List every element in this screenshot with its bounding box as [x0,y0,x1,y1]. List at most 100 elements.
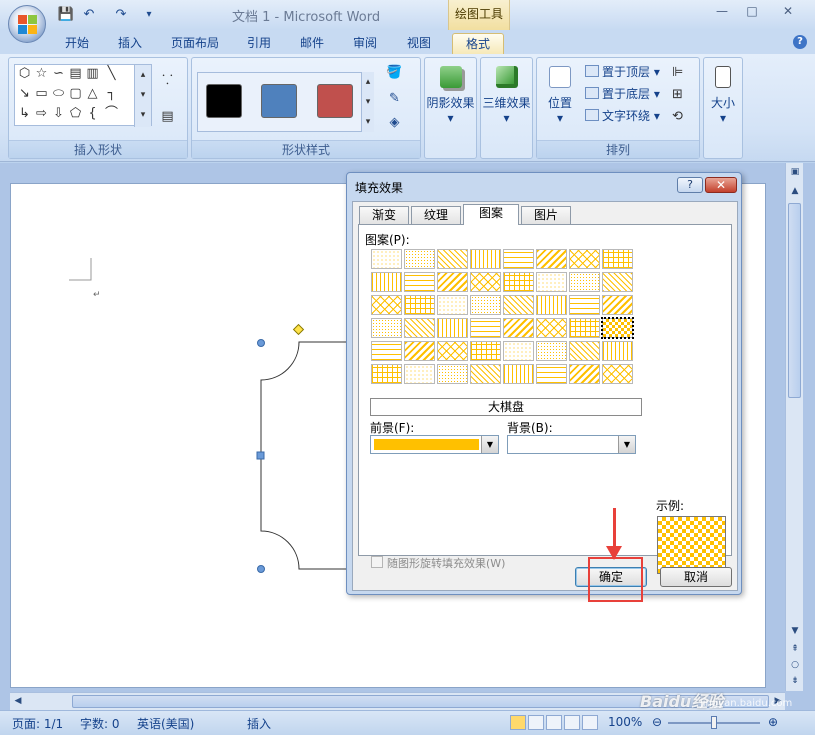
pattern-swatch[interactable] [404,364,435,384]
rectangle-shape-icon[interactable]: ▭ [33,85,50,103]
edit-shape-icon[interactable]: ⸪ [159,72,176,90]
draft-view-icon[interactable] [582,715,598,730]
pattern-swatch[interactable] [470,272,501,292]
wave-shape-icon[interactable]: ∽ [50,65,67,83]
pattern-swatch[interactable] [371,364,402,384]
scroll-up-icon[interactable]: ▲ [789,185,801,197]
pattern-swatch[interactable] [602,341,633,361]
pattern-swatch[interactable] [602,364,633,384]
dialog-close-button[interactable]: ✕ [705,177,737,193]
tab-picture[interactable]: 图片 [521,206,571,224]
pattern-swatch[interactable] [536,364,567,384]
line-shape-icon[interactable]: ╲ [103,65,120,83]
align-icon[interactable]: ⊫ [669,64,686,82]
pattern-swatch[interactable] [536,272,567,292]
group-objects-icon[interactable]: ⊞ [669,86,686,104]
pattern-swatch[interactable] [437,249,468,269]
shape-style-black[interactable] [206,84,242,118]
pattern-swatch[interactable] [470,341,501,361]
save-icon[interactable]: 💾 [57,6,75,24]
tab-pattern[interactable]: 图案 [463,204,519,225]
background-color-select[interactable]: ▼ [507,435,636,454]
shape-outline-icon[interactable]: ✎ [386,90,403,108]
triangle-shape-icon[interactable]: △ [84,85,101,103]
dialog-help-button[interactable]: ? [677,177,703,193]
textbox-shape-icon[interactable]: ▤ [67,65,84,83]
scroll-left-icon[interactable]: ◀ [12,695,24,707]
tab-home[interactable]: 开始 [58,33,96,54]
arrow-line-shape-icon[interactable]: ↘ [16,85,33,103]
down-arrow-shape-icon[interactable]: ⇩ [50,105,67,123]
maximize-button[interactable]: □ [740,4,764,22]
tab-format[interactable]: 格式 [452,33,504,54]
foreground-color-select[interactable]: ▼ [370,435,499,454]
shape-style-blue[interactable] [261,84,297,118]
pattern-swatch[interactable] [437,295,468,315]
gallery-more-icon[interactable]: ▴ ▾ ▾ [134,65,151,127]
pattern-swatch[interactable] [569,364,600,384]
rotate-icon[interactable]: ⟲ [669,108,686,126]
pattern-swatch[interactable] [371,341,402,361]
pattern-swatch[interactable] [569,318,600,338]
tab-review[interactable]: 审阅 [346,33,384,54]
shape-fill-icon[interactable]: 🪣 [386,64,403,82]
tab-references[interactable]: 引用 [240,33,278,54]
pentagon-shape-icon[interactable]: ⬠ [67,105,84,123]
customize-qat-icon[interactable]: ▾ [140,6,158,24]
shape-style-red[interactable] [317,84,353,118]
scroll-down-icon[interactable]: ▼ [789,625,801,637]
curve-shape-icon[interactable]: ⌒ [103,105,120,123]
pattern-swatch[interactable] [404,249,435,269]
pattern-swatch[interactable] [470,295,501,315]
position-button[interactable]: 位置 ▾ [539,62,581,125]
change-shape-icon[interactable]: ◈ [386,114,403,132]
ruler-toggle-icon[interactable]: ▣ [789,166,801,178]
pattern-swatch[interactable] [569,295,600,315]
pattern-swatch[interactable] [371,272,402,292]
shape-gallery[interactable]: ⬡ ☆ ∽ ▤ ▥ ╲ ↘ ▭ ⬭ ▢ △ ┐ ↳ ⇨ ⇩ ⬠ { ⌒ ▴ ▾ ▾ [14,64,152,127]
zoom-slider-thumb[interactable] [711,716,717,729]
pattern-swatch[interactable] [503,341,534,361]
select-browse-object-icon[interactable]: ○ [789,659,801,671]
pattern-swatch[interactable] [536,341,567,361]
pattern-swatch[interactable] [437,318,468,338]
oval-shape-icon[interactable]: ⬭ [50,85,67,103]
word-count[interactable]: 字数: 0 [80,715,120,732]
tab-insert[interactable]: 插入 [112,33,148,54]
hexagon-shape-icon[interactable]: ⬡ [16,65,33,83]
pattern-swatch[interactable] [371,295,402,315]
outline-view-icon[interactable] [564,715,580,730]
vertical-scrollbar[interactable]: ▣ ▲ ▼ ⇞ ○ ⇟ [785,163,803,691]
previous-page-icon[interactable]: ⇞ [789,643,801,655]
language-indicator[interactable]: 英语(美国) [137,715,194,732]
tab-page-layout[interactable]: 页面布局 [164,33,226,54]
rounded-rectangle-shape-icon[interactable]: ▢ [67,85,84,103]
elbow-connector-shape-icon[interactable]: ┐ [103,85,120,103]
insert-mode[interactable]: 插入 [247,715,271,732]
pattern-swatch[interactable] [470,318,501,338]
pattern-swatch[interactable] [536,295,567,315]
chevron-down-icon[interactable]: ▼ [618,436,635,453]
vertical-scroll-thumb[interactable] [788,203,801,398]
help-icon[interactable]: ? [793,35,807,49]
elbow-arrow-shape-icon[interactable]: ↳ [16,105,33,123]
chevron-down-icon[interactable]: ▼ [481,436,498,453]
office-button[interactable] [8,5,46,43]
shadow-effects-button[interactable]: 阴影效果 ▾ [425,62,476,125]
web-layout-icon[interactable] [546,715,562,730]
pattern-swatch[interactable] [569,249,600,269]
page-count[interactable]: 页面: 1/1 [12,715,63,732]
pattern-swatch[interactable] [569,272,600,292]
pattern-swatch[interactable] [371,249,402,269]
tab-view[interactable]: 视图 [400,33,438,54]
pattern-swatch[interactable] [404,318,435,338]
star-shape-icon[interactable]: ☆ [33,65,50,83]
pattern-swatch[interactable] [404,295,435,315]
pattern-swatch[interactable] [602,295,633,315]
3d-effects-button[interactable]: 三维效果 ▾ [481,62,532,125]
text-wrapping-button[interactable]: 文字环绕 ▾ [585,108,660,124]
bring-to-front-button[interactable]: 置于顶层 ▾ [585,64,660,80]
pattern-swatch[interactable] [371,318,402,338]
print-layout-view-icon[interactable] [510,715,526,730]
pattern-swatch-large-checkerboard[interactable] [601,317,634,339]
